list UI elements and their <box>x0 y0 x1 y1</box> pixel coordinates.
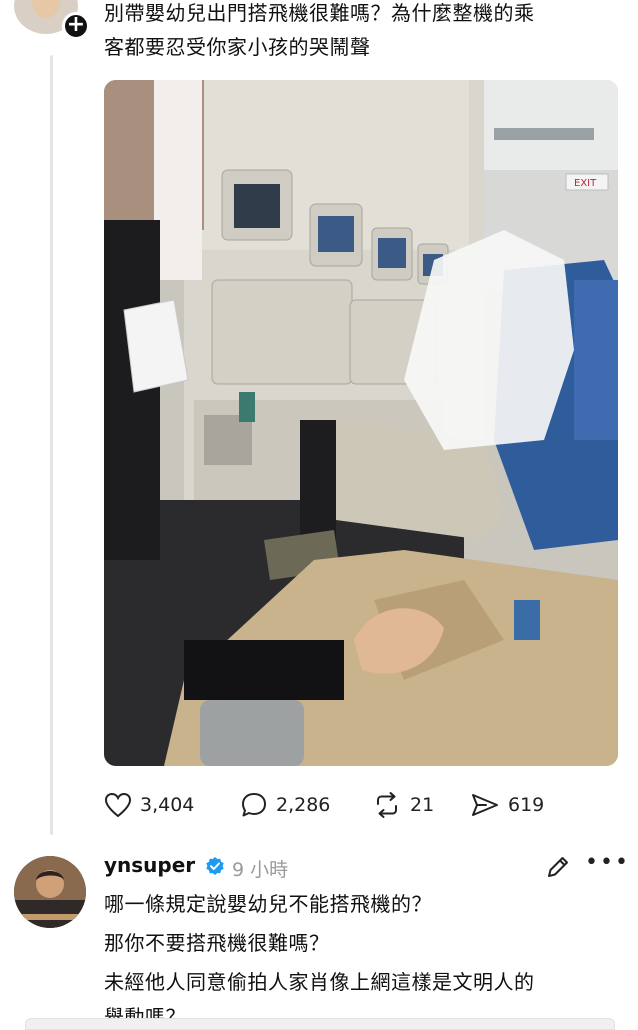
post-text: 別帶嬰幼兒出門搭飛機很難嗎？為什麼整機的乘 客都要忍受你家小孩的哭鬧聲 <box>104 0 624 64</box>
reply-avatar-image <box>14 856 86 928</box>
comment-count: 2,286 <box>276 794 331 816</box>
comment-button[interactable]: 2,286 <box>240 790 330 820</box>
reply-text-line-2: 那你不要搭飛機很難嗎？ <box>104 931 330 955</box>
repost-count: 21 <box>410 794 435 816</box>
send-icon <box>472 794 498 816</box>
reply-text-line-3: 未經他人同意偷拍人家肖像上網這樣是文明人的 <box>104 970 535 994</box>
verified-badge-icon <box>206 857 224 875</box>
speech-bubble-icon <box>242 793 266 817</box>
like-button[interactable]: 3,404 <box>104 790 194 820</box>
reply-text-line-1: 哪一條規定說嬰幼兒不能搭飛機的？ <box>104 892 432 916</box>
repost-icon <box>377 792 397 818</box>
heart-icon <box>104 792 132 818</box>
reply-timestamp: 9 小時 <box>232 859 289 881</box>
share-count: 619 <box>508 794 545 816</box>
airplane-cabin-image: EXIT <box>104 80 618 766</box>
more-dots-icon[interactable]: ••• <box>585 852 628 876</box>
share-button[interactable]: 619 <box>470 790 544 820</box>
repost-button[interactable]: 21 <box>372 790 434 820</box>
exit-sign-text: EXIT <box>574 178 597 189</box>
follow-plus-icon[interactable]: + <box>62 12 90 40</box>
reply-username[interactable]: ynsuper <box>104 853 195 877</box>
post-text-line-1: 別帶嬰幼兒出門搭飛機很難嗎？為什麼整機的乘 <box>104 1 535 25</box>
reply-avatar[interactable] <box>14 856 86 928</box>
post-text-line-2: 客都要忍受你家小孩的哭鬧聲 <box>104 35 371 59</box>
bottom-sheet-edge <box>25 1018 615 1030</box>
pencil-icon[interactable] <box>545 854 571 880</box>
thread-line <box>50 55 53 835</box>
like-count: 3,404 <box>140 794 195 816</box>
post-photo[interactable]: EXIT <box>104 80 618 766</box>
